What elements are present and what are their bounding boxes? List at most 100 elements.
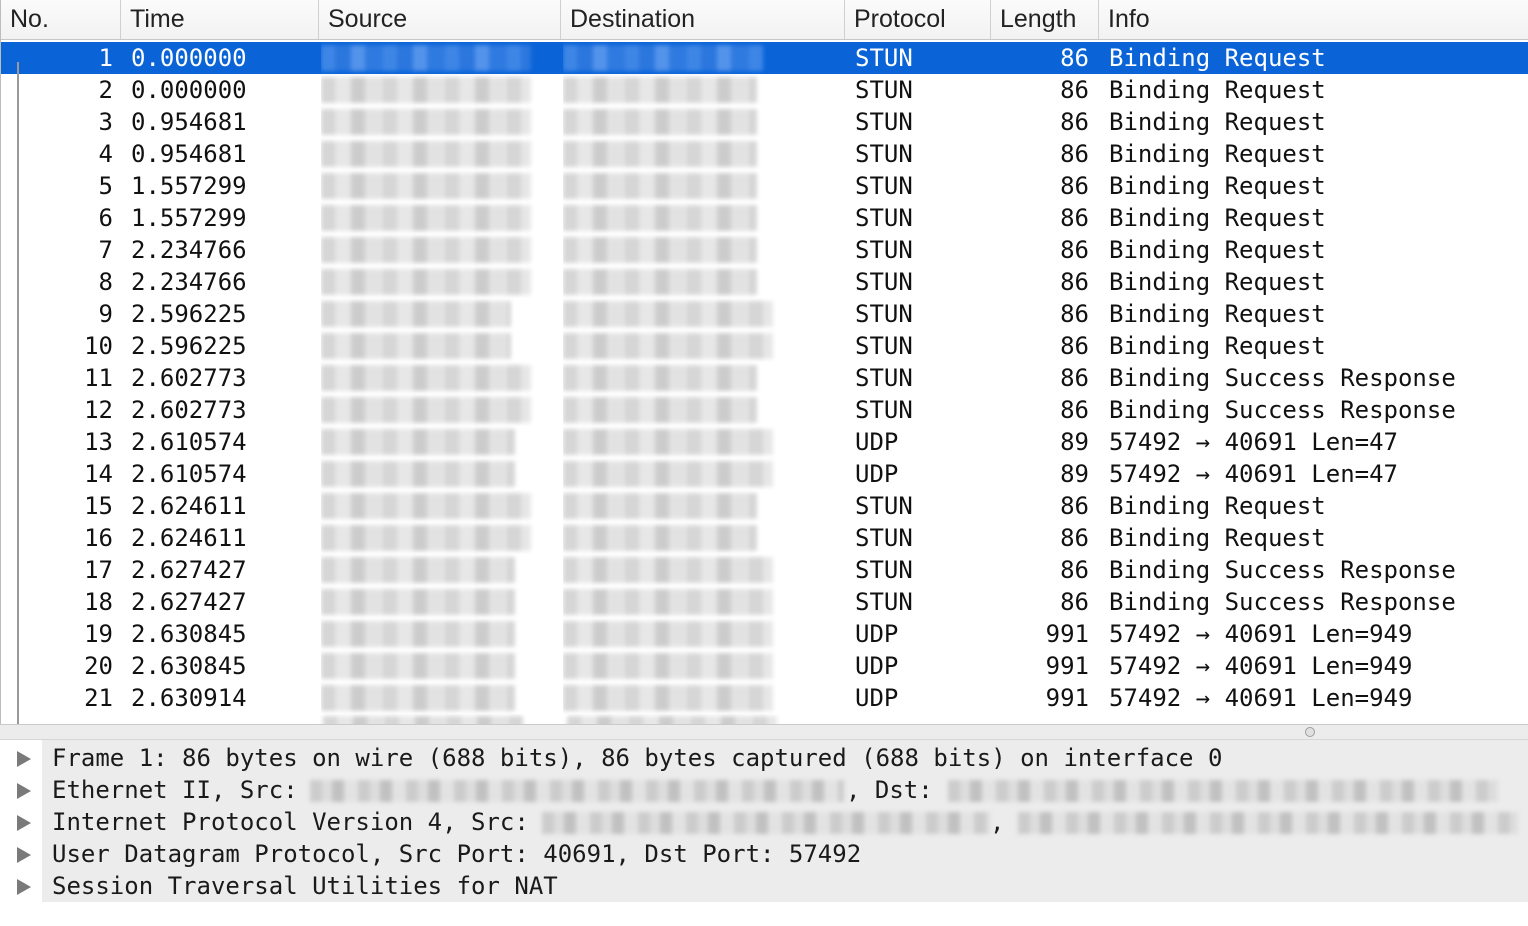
redacted-address: [563, 205, 757, 231]
packet-destination: [563, 490, 807, 522]
packet-destination: [563, 426, 807, 458]
redacted-address: [563, 557, 773, 583]
packet-source: [321, 490, 549, 522]
packet-row[interactable]: 9 2.596225 STUN 86 Binding Request: [1, 298, 1528, 330]
packet-row[interactable]: 4 0.954681 STUN 86 Binding Request: [1, 138, 1528, 170]
expand-arrow-icon[interactable]: [17, 751, 31, 767]
packet-row[interactable]: 5 1.557299 STUN 86 Binding Request: [1, 170, 1528, 202]
redacted-address: [563, 685, 773, 711]
packet-row[interactable]: 14 2.610574 UDP 89 57492 → 40691 Len=47: [1, 458, 1528, 490]
detail-row-frame[interactable]: Frame 1: 86 bytes on wire (688 bits), 86…: [0, 742, 1528, 774]
packet-length: 86: [1060, 524, 1089, 552]
pane-splitter[interactable]: [0, 724, 1528, 740]
redacted-address: [563, 45, 763, 71]
detail-text: Ethernet II, Src:: [52, 776, 313, 804]
expand-arrow-icon[interactable]: [17, 783, 31, 799]
redacted-address: [321, 685, 515, 711]
column-header-time[interactable]: Time: [121, 0, 319, 39]
packet-info: Binding Success Response: [1109, 556, 1456, 584]
redacted-address: [321, 621, 515, 647]
packet-time: 2.234766: [131, 236, 247, 264]
expand-arrow-icon[interactable]: [17, 879, 31, 895]
packet-row[interactable]: 7 2.234766 STUN 86 Binding Request: [1, 234, 1528, 266]
packet-destination: [563, 106, 807, 138]
column-header-info[interactable]: Info: [1099, 0, 1528, 39]
packet-info: 57492 → 40691 Len=47: [1109, 460, 1398, 488]
redacted-address: [563, 109, 757, 135]
redacted-address: [321, 141, 531, 167]
redacted-address: [563, 333, 773, 359]
packet-protocol: UDP: [855, 460, 899, 488]
packet-time: 2.602773: [131, 396, 247, 424]
column-header-length[interactable]: Length: [991, 0, 1099, 39]
packet-source: [321, 170, 549, 202]
packet-time: 0.000000: [131, 76, 247, 104]
packet-row[interactable]: 10 2.596225 STUN 86 Binding Request: [1, 330, 1528, 362]
packet-time: 2.596225: [131, 332, 247, 360]
detail-row-ethernet[interactable]: Ethernet II, Src: , Dst:: [0, 774, 1528, 806]
packet-protocol: STUN: [855, 140, 913, 168]
detail-text: , Dst:: [846, 776, 948, 804]
packet-length: 86: [1060, 108, 1089, 136]
packet-protocol: STUN: [855, 332, 913, 360]
packet-length: 86: [1060, 140, 1089, 168]
redacted-address: [321, 333, 511, 359]
packet-row[interactable]: 3 0.954681 STUN 86 Binding Request: [1, 106, 1528, 138]
detail-row-udp[interactable]: User Datagram Protocol, Src Port: 40691,…: [0, 838, 1528, 870]
redacted-address: [563, 493, 757, 519]
packet-row[interactable]: 6 1.557299 STUN 86 Binding Request: [1, 202, 1528, 234]
column-header-protocol[interactable]: Protocol: [845, 0, 991, 39]
packet-source: [321, 458, 549, 490]
packet-row[interactable]: 11 2.602773 STUN 86 Binding Success Response: [1, 362, 1528, 394]
redacted-address: [321, 429, 515, 455]
expand-arrow-icon[interactable]: [17, 815, 31, 831]
redacted-address: [563, 461, 773, 487]
redacted-address: [321, 45, 531, 71]
packet-protocol: STUN: [855, 108, 913, 136]
packet-row[interactable]: 15 2.624611 STUN 86 Binding Request: [1, 490, 1528, 522]
redacted-address: [321, 237, 531, 263]
expand-arrow-icon[interactable]: [17, 847, 31, 863]
packet-time: 2.627427: [131, 588, 247, 616]
packet-list[interactable]: No. Time Source Destination Protocol Len…: [0, 0, 1528, 724]
detail-text: Internet Protocol Version 4, Src:: [52, 808, 544, 836]
splitter-handle-icon[interactable]: [1305, 727, 1315, 737]
packet-source: [321, 362, 549, 394]
redacted-address: [563, 653, 773, 679]
packet-row[interactable]: 12 2.602773 STUN 86 Binding Success Response: [1, 394, 1528, 426]
packet-length: 991: [1045, 684, 1089, 712]
packet-row[interactable]: 21 2.630914 UDP 991 57492 → 40691 Len=949: [1, 682, 1528, 714]
packet-destination: [563, 42, 807, 74]
packet-info: Binding Success Response: [1109, 588, 1456, 616]
packet-details[interactable]: Frame 1: 86 bytes on wire (688 bits), 86…: [0, 740, 1528, 926]
packet-row[interactable]: 19 2.630845 UDP 991 57492 → 40691 Len=949: [1, 618, 1528, 650]
packet-row[interactable]: 20 2.630845 UDP 991 57492 → 40691 Len=949: [1, 650, 1528, 682]
packet-protocol: STUN: [855, 76, 913, 104]
packet-info: Binding Request: [1109, 140, 1326, 168]
packet-list-header: No. Time Source Destination Protocol Len…: [1, 0, 1528, 40]
packet-destination: [563, 298, 807, 330]
packet-row[interactable]: 13 2.610574 UDP 89 57492 → 40691 Len=47: [1, 426, 1528, 458]
detail-row-stun[interactable]: Session Traversal Utilities for NAT: [0, 870, 1528, 902]
redacted-address: [563, 237, 757, 263]
packet-row[interactable]: 1 0.000000 STUN 86 Binding Request: [1, 42, 1528, 74]
packet-time: 2.630845: [131, 652, 247, 680]
packet-time: 0.954681: [131, 108, 247, 136]
packet-length: 89: [1060, 428, 1089, 456]
packet-row[interactable]: 2 0.000000 STUN 86 Binding Request: [1, 74, 1528, 106]
redacted-address: [563, 269, 757, 295]
packet-time: 2.602773: [131, 364, 247, 392]
column-header-no[interactable]: No.: [1, 0, 121, 39]
packet-destination: [563, 586, 807, 618]
packet-row[interactable]: 17 2.627427 STUN 86 Binding Success Response: [1, 554, 1528, 586]
detail-row-ipv4[interactable]: Internet Protocol Version 4, Src: ,: [0, 806, 1528, 838]
packet-row[interactable]: 16 2.624611 STUN 86 Binding Request: [1, 522, 1528, 554]
packet-row[interactable]: 18 2.627427 STUN 86 Binding Success Response: [1, 586, 1528, 618]
column-header-source[interactable]: Source: [319, 0, 561, 39]
packet-source: [321, 522, 549, 554]
column-header-destination[interactable]: Destination: [561, 0, 845, 39]
packet-row[interactable]: 8 2.234766 STUN 86 Binding Request: [1, 266, 1528, 298]
packet-destination: [563, 74, 807, 106]
packet-time: 2.624611: [131, 492, 247, 520]
detail-text: ,: [990, 808, 1005, 836]
